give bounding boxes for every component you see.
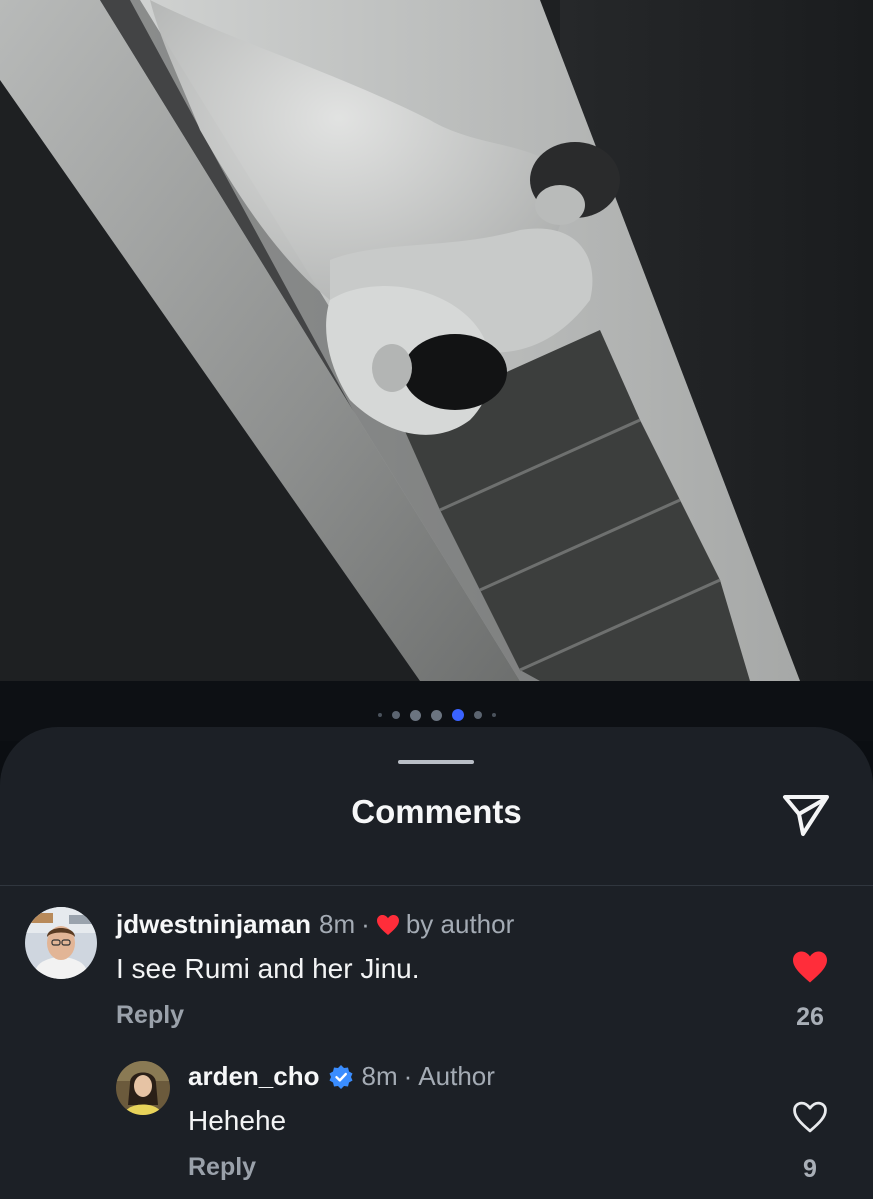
carousel-dot bbox=[473, 711, 482, 719]
like-count: 9 bbox=[803, 1155, 817, 1183]
avatar-image bbox=[25, 907, 97, 979]
carousel-dot bbox=[377, 713, 382, 717]
avatar-image bbox=[116, 1061, 170, 1115]
comment-username[interactable]: jdwestninjaman bbox=[116, 909, 311, 940]
heart-outline-icon bbox=[793, 1101, 827, 1133]
sheet-title: Comments bbox=[351, 793, 522, 830]
comment-time: 8m bbox=[319, 909, 356, 939]
avatar[interactable] bbox=[25, 907, 97, 979]
author-label: Author bbox=[418, 1061, 495, 1091]
comment-meta: jdwestninjaman 8m · by author bbox=[116, 909, 514, 940]
comment-username[interactable]: arden_cho bbox=[188, 1061, 320, 1092]
carousel-indicator bbox=[0, 708, 873, 722]
heart-icon bbox=[376, 914, 400, 936]
reply-button[interactable]: Reply bbox=[116, 1001, 184, 1030]
verified-badge-icon bbox=[328, 1064, 354, 1090]
like-button[interactable] bbox=[788, 1097, 832, 1137]
sheet-divider bbox=[0, 885, 873, 886]
comments-sheet: Comments jdwestninjaman 8m · by author I… bbox=[0, 727, 873, 1199]
carousel-dot bbox=[409, 709, 421, 721]
sheet-grabber[interactable] bbox=[398, 760, 474, 764]
carousel-dot-active bbox=[451, 709, 464, 721]
reply-button[interactable]: Reply bbox=[188, 1153, 256, 1182]
avatar[interactable] bbox=[116, 1061, 170, 1115]
heart-filled-icon bbox=[793, 951, 827, 983]
carousel-dot bbox=[491, 713, 496, 717]
carousel-dot bbox=[430, 709, 442, 721]
meta-separator: · bbox=[361, 909, 370, 939]
liked-by-author-label: by author bbox=[405, 909, 515, 939]
like-button[interactable] bbox=[788, 947, 832, 987]
comment-text: Hehehe bbox=[188, 1105, 287, 1136]
post-photo[interactable] bbox=[0, 0, 873, 681]
comment-text: I see Rumi and her Jinu. bbox=[116, 953, 420, 984]
send-icon bbox=[783, 795, 829, 836]
send-button[interactable] bbox=[778, 790, 834, 840]
comment-time: 8m bbox=[361, 1061, 398, 1091]
wedding-stairs-photo bbox=[0, 0, 873, 681]
comment-meta: arden_cho 8m · Author bbox=[188, 1061, 495, 1092]
like-count: 26 bbox=[796, 1003, 824, 1031]
meta-separator: · bbox=[403, 1061, 413, 1091]
carousel-dot bbox=[391, 711, 400, 719]
